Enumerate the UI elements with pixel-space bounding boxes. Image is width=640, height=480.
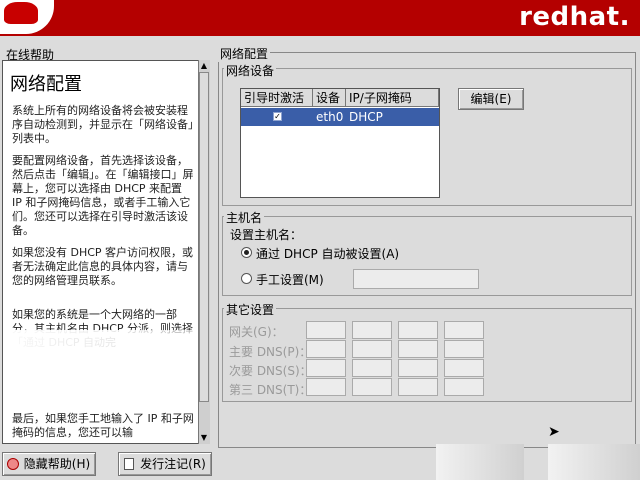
release-notes-label: 发行注记(R) (140, 457, 206, 471)
tertiary-dns-label: 第三 DNS(T)： (229, 383, 312, 397)
dns2-octet-3[interactable] (398, 359, 438, 377)
hide-help-button[interactable]: 隐藏帮助(H) (2, 452, 96, 476)
dns2-octet-4[interactable] (444, 359, 484, 377)
manual-hostname-radio[interactable] (241, 273, 252, 284)
dhcp-hostname-radio[interactable] (241, 247, 252, 258)
scroll-down-arrow-icon[interactable]: ▼ (198, 432, 210, 444)
network-config-title: 网络配置 (218, 45, 271, 62)
dns2-octet-1[interactable] (306, 359, 346, 377)
dns3-octet-3[interactable] (398, 378, 438, 396)
help-buoy-icon (7, 458, 19, 470)
next-button[interactable] (548, 444, 640, 480)
mouse-cursor-icon: ➤ (548, 424, 560, 440)
ip-cell: DHCP (349, 110, 383, 124)
dns3-octet-1[interactable] (306, 378, 346, 396)
gateway-octet-3[interactable] (398, 321, 438, 339)
secondary-dns-label: 次要 DNS(S)： (229, 364, 312, 378)
network-devices-title: 网络设备 (224, 62, 277, 79)
gateway-octet-1[interactable] (306, 321, 346, 339)
shadowman-hat-icon (4, 2, 38, 24)
help-heading: 网络配置 (10, 74, 82, 95)
dhcp-hostname-option[interactable]: 通过 DHCP 自动被设置(A) (256, 245, 399, 262)
help-fade-overlay (3, 330, 198, 410)
hostname-input[interactable] (353, 269, 479, 289)
device-cell: eth0 (316, 110, 344, 124)
gateway-octet-4[interactable] (444, 321, 484, 339)
dns1-octet-4[interactable] (444, 340, 484, 358)
hostname-title: 主机名 (224, 209, 265, 226)
dns1-octet-2[interactable] (352, 340, 392, 358)
release-notes-button[interactable]: 发行注记(R) (118, 452, 212, 476)
hostname-label: 设置主机名： (230, 228, 303, 242)
help-paragraph: 如果您没有 DHCP 客户访问权限，或者无法确定此信息的具体内容，请与您的网络管… (12, 246, 194, 287)
scroll-up-arrow-icon[interactable]: ▲ (198, 60, 210, 72)
dns3-octet-2[interactable] (352, 378, 392, 396)
dns3-octet-4[interactable] (444, 378, 484, 396)
boot-active-checkbox[interactable]: ✓ (273, 112, 282, 121)
column-header-device[interactable]: 设备 (313, 89, 346, 107)
gateway-label: 网关(G)： (229, 325, 284, 339)
document-icon (124, 458, 134, 470)
dns1-octet-1[interactable] (306, 340, 346, 358)
help-paragraph: 最后，如果您手工地输入了 IP 和子网掩码的信息，您还可以输 (12, 412, 194, 439)
edit-button[interactable]: 编辑(E) (458, 88, 524, 110)
other-settings-title: 其它设置 (224, 301, 277, 318)
hide-help-label: 隐藏帮助(H) (23, 457, 91, 471)
gateway-octet-2[interactable] (352, 321, 392, 339)
column-header-active[interactable]: 引导时激活 (241, 89, 313, 107)
column-header-ip[interactable]: IP/子网掩码 (346, 89, 439, 107)
help-scrollbar-thumb[interactable] (199, 72, 209, 402)
help-paragraph: 系统上所有的网络设备将会被安装程序自动检测到，并显示在「网络设备」列表中。 (12, 104, 194, 145)
primary-dns-label: 主要 DNS(P)： (229, 345, 312, 359)
dns1-octet-3[interactable] (398, 340, 438, 358)
manual-hostname-option[interactable]: 手工设置(M) (256, 271, 324, 288)
back-button[interactable] (436, 444, 524, 480)
dns2-octet-2[interactable] (352, 359, 392, 377)
help-paragraph: 要配置网络设备，首先选择该设备，然后点击「编辑」。在「编辑接口」屏幕上，您可以选… (12, 154, 194, 237)
brand-wordmark: redhat. (519, 2, 630, 32)
